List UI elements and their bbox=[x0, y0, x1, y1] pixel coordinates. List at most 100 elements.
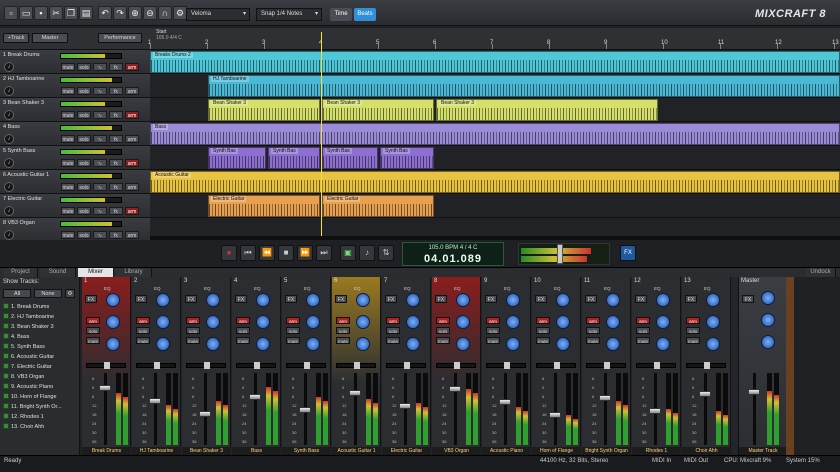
arm-button[interactable]: arm bbox=[125, 159, 139, 167]
arm-button[interactable]: arm bbox=[125, 87, 139, 95]
fader-track[interactable] bbox=[154, 373, 157, 445]
automation-icon[interactable]: ∿ bbox=[93, 135, 107, 143]
fast-forward-icon[interactable]: ⏩ bbox=[297, 245, 313, 261]
mute-button[interactable]: mute bbox=[486, 337, 500, 344]
volume-fader[interactable] bbox=[149, 398, 161, 404]
mute-button[interactable]: mute bbox=[586, 337, 600, 344]
track-name[interactable]: 7 Electric Guitar bbox=[3, 196, 42, 202]
eq-low-knob[interactable] bbox=[706, 337, 720, 351]
volume-fader[interactable] bbox=[299, 407, 311, 413]
fx-slot[interactable]: FX bbox=[85, 295, 97, 303]
show-all-button[interactable]: All bbox=[3, 289, 31, 298]
fader-track[interactable] bbox=[204, 373, 207, 445]
track-header[interactable]: 8 VB3 Organ ♪ mute solo ∿ fx arm bbox=[0, 218, 150, 242]
audio-clip[interactable]: Synth Bas bbox=[268, 147, 320, 169]
add-track-button[interactable]: +Track bbox=[3, 33, 29, 43]
tempo-select[interactable]: Veloma ▾ bbox=[186, 8, 250, 21]
track-volume-fader[interactable] bbox=[60, 149, 122, 155]
record-icon[interactable]: ● bbox=[221, 245, 237, 261]
solo-button[interactable]: solo bbox=[77, 231, 91, 239]
tab-mixer[interactable]: Mixer bbox=[78, 268, 114, 277]
arm-button[interactable]: arm bbox=[536, 317, 550, 324]
eq-high-knob[interactable] bbox=[156, 293, 170, 307]
eq-low-knob[interactable] bbox=[156, 337, 170, 351]
checkbox-icon[interactable] bbox=[3, 353, 9, 359]
fx-button[interactable]: fx bbox=[109, 231, 123, 239]
mute-button[interactable]: mute bbox=[686, 337, 700, 344]
volume-fader[interactable] bbox=[199, 411, 211, 417]
track-lane[interactable]: Bean Shaker 3 Bean Shaker 3 Bean Shaker 3 bbox=[150, 98, 840, 122]
fx-slot[interactable]: FX bbox=[535, 295, 547, 303]
audio-clip[interactable]: Bass bbox=[150, 123, 840, 145]
track-lanes[interactable]: Breaks Drums 2 HJ Tamboarine Bean Shaker 3… bbox=[150, 50, 840, 242]
show-track-item[interactable]: 6. Acoustic Guitar bbox=[3, 353, 77, 362]
eq-low-knob[interactable] bbox=[306, 337, 320, 351]
fx-button[interactable]: fx bbox=[109, 135, 123, 143]
audio-clip[interactable]: Bean Shaker 3 bbox=[322, 99, 434, 121]
solo-button[interactable]: solo bbox=[136, 327, 150, 334]
solo-button[interactable]: solo bbox=[536, 327, 550, 334]
arm-button[interactable]: arm bbox=[136, 317, 150, 324]
pan-slider[interactable] bbox=[636, 362, 676, 369]
new-file-icon[interactable]: ▫ bbox=[4, 6, 18, 20]
track-volume-fader[interactable] bbox=[60, 53, 122, 59]
solo-button[interactable]: solo bbox=[77, 159, 91, 167]
fader-track[interactable] bbox=[454, 373, 457, 445]
volume-fader[interactable] bbox=[99, 385, 111, 391]
arm-button[interactable]: arm bbox=[125, 231, 139, 239]
eq-high-knob[interactable] bbox=[556, 293, 570, 307]
magnet-icon[interactable]: ∩ bbox=[158, 6, 172, 20]
fx-button[interactable]: fx bbox=[109, 159, 123, 167]
pan-slider[interactable] bbox=[86, 362, 126, 369]
fx-slot[interactable]: FX bbox=[585, 295, 597, 303]
show-track-item[interactable]: 1. Break Drums bbox=[3, 303, 77, 312]
fader-track[interactable] bbox=[404, 373, 407, 445]
mute-button[interactable]: mute bbox=[61, 135, 75, 143]
arm-button[interactable]: arm bbox=[336, 317, 350, 324]
solo-button[interactable]: solo bbox=[77, 183, 91, 191]
fx-button[interactable]: fx bbox=[109, 87, 123, 95]
arm-button[interactable]: arm bbox=[125, 183, 139, 191]
show-track-item[interactable]: 8. VB3 Organ bbox=[3, 373, 77, 382]
track-header[interactable]: 5 Synth Bass ♪ mute solo ∿ fx arm bbox=[0, 146, 150, 170]
volume-fader[interactable] bbox=[549, 412, 561, 418]
audio-clip[interactable]: Acoustic Guitar bbox=[150, 171, 840, 193]
mute-button[interactable]: mute bbox=[636, 337, 650, 344]
arm-button[interactable]: arm bbox=[436, 317, 450, 324]
eq-high-knob[interactable] bbox=[106, 293, 120, 307]
fader-track[interactable] bbox=[354, 373, 357, 445]
arm-button[interactable]: arm bbox=[125, 135, 139, 143]
fx-slot[interactable]: FX bbox=[685, 295, 697, 303]
fader-track[interactable] bbox=[554, 373, 557, 445]
show-track-item[interactable]: 11. Bright Synth Or... bbox=[3, 403, 77, 412]
zoom-in-icon[interactable]: ⊕ bbox=[128, 6, 142, 20]
pan-slider[interactable] bbox=[336, 362, 376, 369]
show-none-button[interactable]: None bbox=[34, 289, 62, 298]
solo-button[interactable]: solo bbox=[77, 63, 91, 71]
eq-low-knob[interactable] bbox=[506, 337, 520, 351]
master-eq-low-knob[interactable] bbox=[761, 335, 775, 349]
automation-icon[interactable]: ∿ bbox=[93, 183, 107, 191]
go-to-start-icon[interactable]: ⏮ bbox=[240, 245, 256, 261]
volume-fader[interactable] bbox=[649, 408, 661, 414]
checkbox-icon[interactable] bbox=[3, 403, 9, 409]
mute-button[interactable]: mute bbox=[336, 337, 350, 344]
tuner-icon[interactable]: ⇅ bbox=[378, 245, 394, 261]
tab-sound[interactable]: Sound bbox=[40, 268, 76, 277]
fader-track[interactable] bbox=[604, 373, 607, 445]
mute-button[interactable]: mute bbox=[386, 337, 400, 344]
volume-fader[interactable] bbox=[699, 391, 711, 397]
fx-slot[interactable]: FX bbox=[285, 295, 297, 303]
fx-slot[interactable]: FX bbox=[235, 295, 247, 303]
undo-icon[interactable]: ↶ bbox=[98, 6, 112, 20]
mute-button[interactable]: mute bbox=[436, 337, 450, 344]
eq-low-knob[interactable] bbox=[456, 337, 470, 351]
pan-slider[interactable] bbox=[236, 362, 276, 369]
solo-button[interactable]: solo bbox=[286, 327, 300, 334]
instrument-icon[interactable]: ♪ bbox=[4, 206, 14, 216]
automation-icon[interactable]: ∿ bbox=[93, 87, 107, 95]
master-eq-high-knob[interactable] bbox=[761, 291, 775, 305]
eq-mid-knob[interactable] bbox=[556, 315, 570, 329]
fader-track[interactable] bbox=[704, 373, 707, 445]
eq-mid-knob[interactable] bbox=[306, 315, 320, 329]
